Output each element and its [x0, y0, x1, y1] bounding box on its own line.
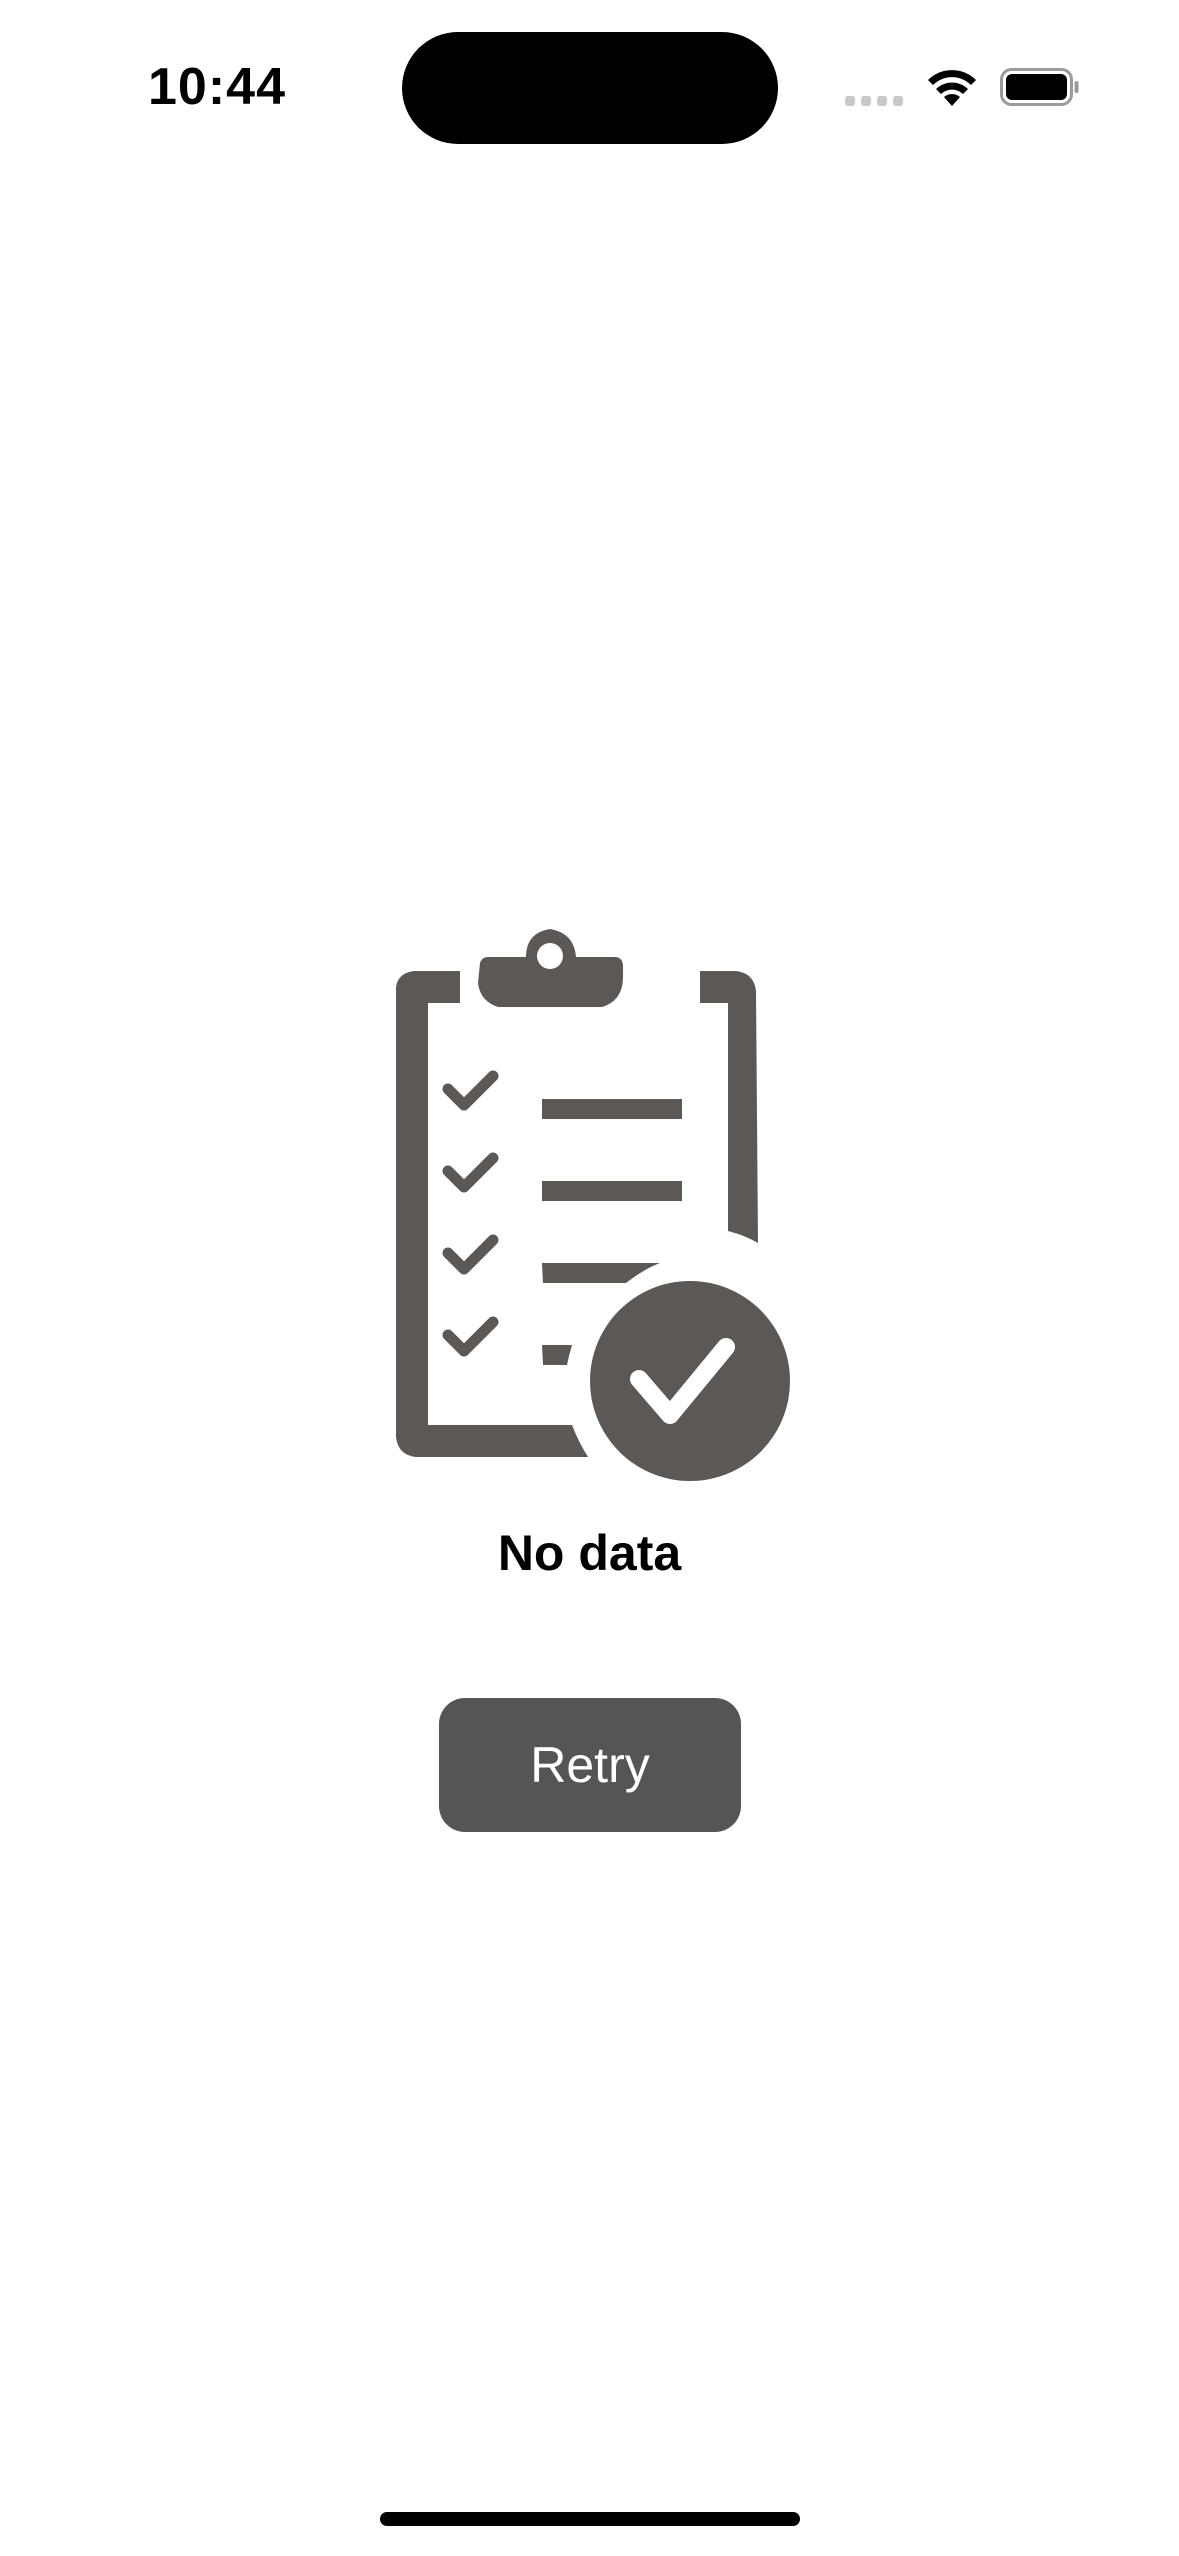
battery-icon	[1000, 68, 1079, 106]
retry-button[interactable]: Retry	[439, 1698, 741, 1832]
clipboard-checklist-icon	[396, 929, 790, 1481]
dynamic-island	[402, 32, 778, 144]
status-bar: 10:44	[0, 0, 1179, 180]
status-time: 10:44	[148, 58, 286, 116]
empty-state-title: No data	[497, 1525, 682, 1581]
retry-button-label: Retry	[530, 1737, 650, 1793]
cellular-signal-icon	[845, 96, 903, 106]
wifi-icon	[928, 70, 976, 106]
home-indicator[interactable]	[380, 2512, 800, 2526]
